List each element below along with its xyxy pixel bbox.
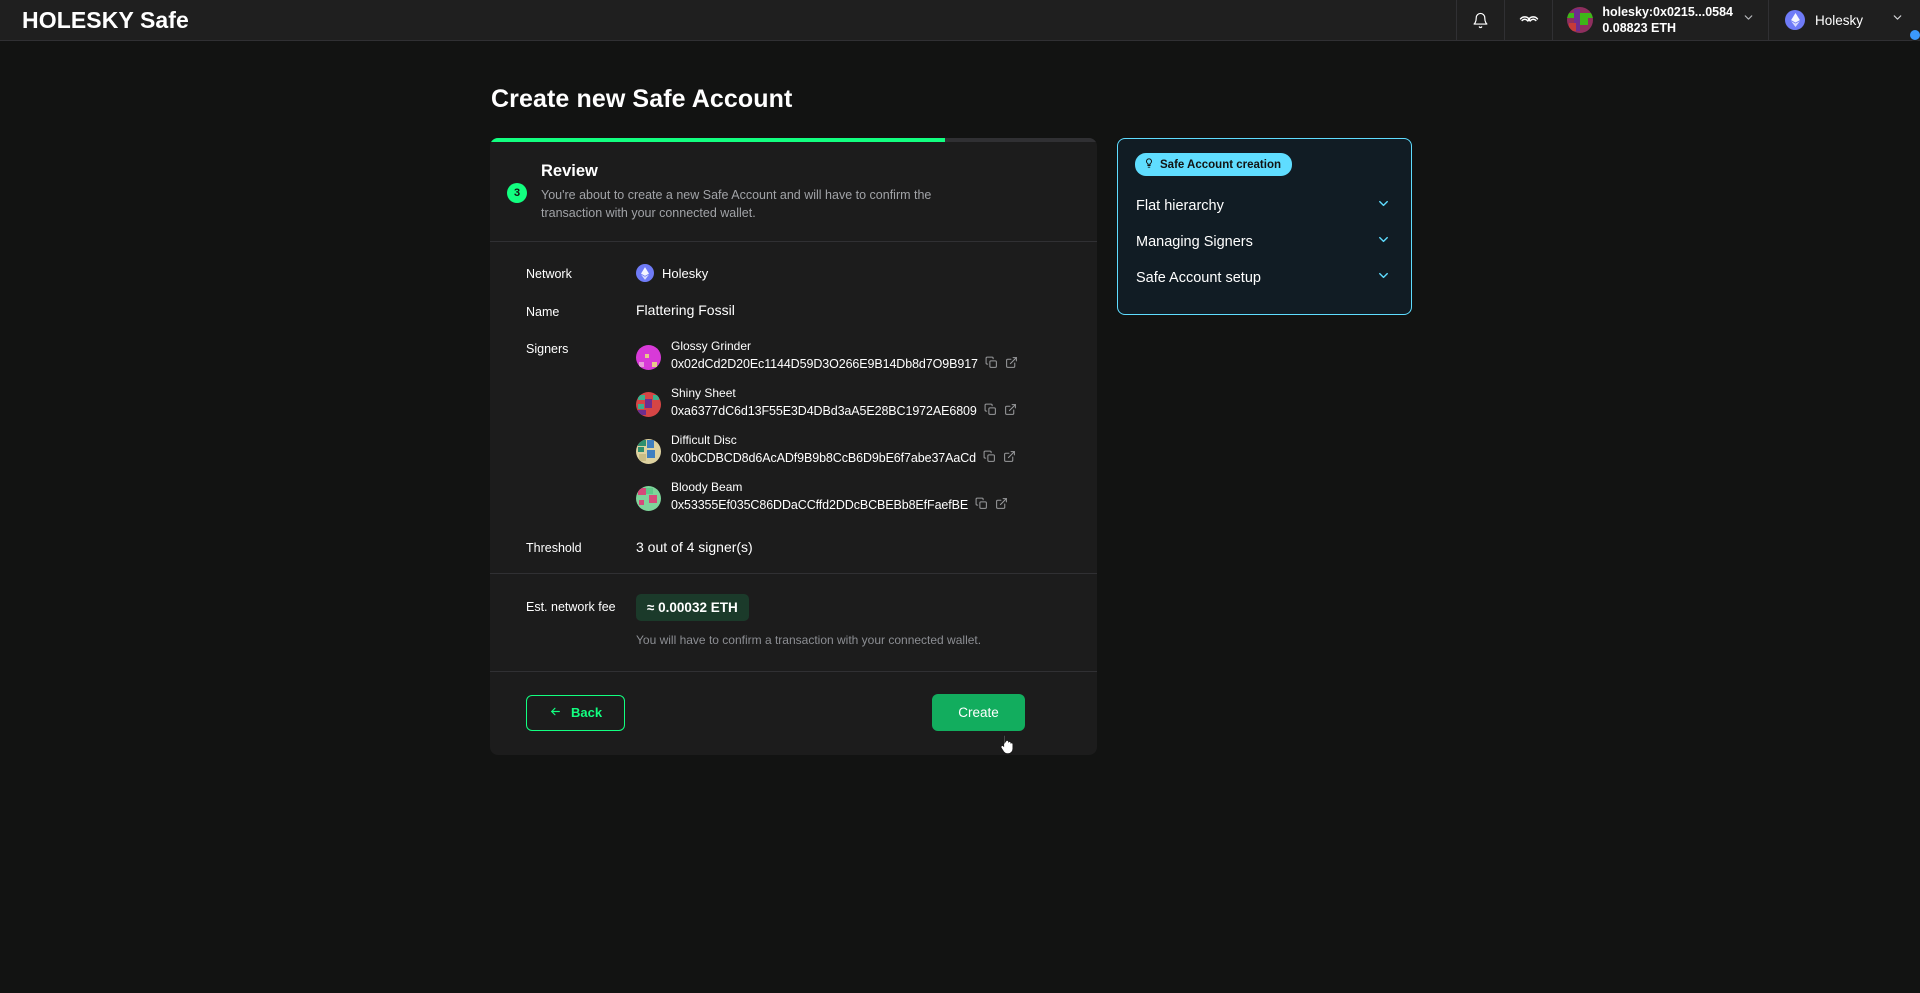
copy-icon[interactable] <box>975 496 988 516</box>
signer-name: Shiny Sheet <box>671 386 1017 401</box>
estimated-fee-chip: ≈ 0.00032 ETH <box>636 594 749 621</box>
app-brand[interactable]: HOLESKY Safe <box>0 0 211 40</box>
create-button[interactable]: Create <box>932 694 1025 731</box>
external-link-icon[interactable] <box>1003 449 1016 469</box>
threshold-value: 3 out of 4 signer(s) <box>636 538 1073 555</box>
signer-name: Glossy Grinder <box>671 339 1018 354</box>
name-row-label: Name <box>526 302 636 319</box>
signer-item: Glossy Grinder 0x02dCd2D20Ec1144D59D3O266… <box>636 339 1073 375</box>
wallet-connected-badge-icon <box>1909 29 1920 41</box>
name-row: Name Flattering Fossil <box>526 302 1073 319</box>
signer-texts: Shiny Sheet 0xa6377dC6d13F55E3D4DBd3aA5E2… <box>671 386 1017 422</box>
lightbulb-icon <box>1144 157 1154 172</box>
signer-identicon <box>636 392 661 417</box>
fee-note: You will have to confirm a transaction w… <box>636 633 1073 647</box>
accordion-item-label: Managing Signers <box>1136 234 1253 250</box>
signer-texts: Bloody Beam 0x53355Ef035C86DDaCCffd2DDcBC… <box>671 480 1008 516</box>
accordion-item-2[interactable]: Safe Account setup <box>1135 260 1394 296</box>
walletconnect-button[interactable] <box>1504 0 1552 40</box>
copy-icon[interactable] <box>983 449 996 469</box>
content-layout: 3 Review You're about to create a new Sa… <box>490 138 1430 755</box>
step-description: You're about to create a new Safe Accoun… <box>541 186 971 222</box>
signer-address: 0xa6377dC6d13F55E3D4DBd3aA5E28BC1972AE68… <box>671 404 977 420</box>
safe-name-value: Flattering Fossil <box>636 302 1073 318</box>
card-actions: Back Create <box>490 672 1097 755</box>
external-link-icon[interactable] <box>1004 402 1017 422</box>
ethereum-icon <box>1785 10 1805 30</box>
review-card: 3 Review You're about to create a new Sa… <box>490 138 1097 755</box>
network-row: Network Holesky <box>526 264 1073 282</box>
back-button-label: Back <box>571 705 602 720</box>
back-button[interactable]: Back <box>526 695 625 731</box>
chevron-down-icon <box>1891 11 1904 29</box>
signer-address-line: 0x0bCDBCD8d6AcADf9B9b8CcB6D9bE6f7abe37Aa… <box>671 449 1016 469</box>
signer-identicon <box>636 345 661 370</box>
signer-item: Bloody Beam 0x53355Ef035C86DDaCCffd2DDcBC… <box>636 480 1073 516</box>
signer-address-line: 0xa6377dC6d13F55E3D4DBd3aA5E28BC1972AE68… <box>671 402 1017 422</box>
wallet-identicon <box>1567 7 1593 33</box>
help-panel: Safe Account creation Flat hierarchy Mana… <box>1117 138 1412 315</box>
bell-icon <box>1472 12 1489 29</box>
external-link-icon[interactable] <box>1005 355 1018 375</box>
signers-list: Glossy Grinder 0x02dCd2D20Ec1144D59D3O266… <box>636 339 1073 518</box>
network-selector-button[interactable]: Holesky <box>1768 0 1920 40</box>
step-title: Review <box>541 162 1073 181</box>
signer-identicon <box>636 486 661 511</box>
accordion-item-1[interactable]: Managing Signers <box>1135 224 1394 260</box>
signers-row-label: Signers <box>526 339 636 518</box>
network-name: Holesky <box>1815 13 1863 28</box>
chevron-down-icon <box>1742 11 1755 29</box>
signer-texts: Glossy Grinder 0x02dCd2D20Ec1144D59D3O266… <box>671 339 1018 375</box>
step-number-badge: 3 <box>507 183 527 203</box>
signer-identicon <box>636 439 661 464</box>
accordion-item-label: Flat hierarchy <box>1136 198 1224 214</box>
network-row-label: Network <box>526 264 636 282</box>
fee-section: Est. network fee ≈ 0.00032 ETH You will … <box>490 574 1097 672</box>
signers-row: Signers Glossy Grinder 0x02dCd2D20Ec1144D… <box>526 339 1073 518</box>
signer-address-line: 0x02dCd2D20Ec1144D59D3O266E9B14Db8d7O9B9… <box>671 355 1018 375</box>
signer-texts: Difficult Disc 0x0bCDBCD8d6AcADf9B9b8CcB6… <box>671 433 1016 469</box>
page-container: Create new Safe Account 3 Review You're … <box>0 41 1920 755</box>
fee-label: Est. network fee <box>526 594 636 647</box>
copy-icon[interactable] <box>984 402 997 422</box>
accordion-item-label: Safe Account setup <box>1136 270 1261 286</box>
wallet-menu-button[interactable]: holesky:0x0215...0584 0.08823 ETH <box>1552 0 1768 40</box>
threshold-row-label: Threshold <box>526 538 636 555</box>
help-panel-badge-label: Safe Account creation <box>1160 159 1281 171</box>
app-header: HOLESKY Safe holesky:0x0215...0584 0.088… <box>0 0 1920 41</box>
walletconnect-icon <box>1519 13 1539 27</box>
copy-icon[interactable] <box>985 355 998 375</box>
network-value-text: Holesky <box>662 266 708 281</box>
signer-address: 0x02dCd2D20Ec1144D59D3O266E9B14Db8d7O9B9… <box>671 357 978 373</box>
wallet-address: holesky:0x0215...0584 <box>1602 5 1733 19</box>
chevron-down-icon <box>1376 232 1391 252</box>
page-inner: Create new Safe Account 3 Review You're … <box>490 85 1430 755</box>
signer-address-line: 0x53355Ef035C86DDaCCffd2DDcBCBEBb8EfFaef… <box>671 496 1008 516</box>
chevron-down-icon <box>1376 268 1391 288</box>
external-link-icon[interactable] <box>995 496 1008 516</box>
threshold-row: Threshold 3 out of 4 signer(s) <box>526 538 1073 555</box>
signer-address: 0x53355Ef035C86DDaCCffd2DDcBCBEBb8EfFaef… <box>671 498 968 514</box>
wallet-balance: 0.08823 ETH <box>1602 21 1733 35</box>
chevron-down-icon <box>1376 196 1391 216</box>
signer-item: Difficult Disc 0x0bCDBCD8d6AcADf9B9b8CcB6… <box>636 433 1073 469</box>
page-title: Create new Safe Account <box>491 85 1430 114</box>
accordion-item-0[interactable]: Flat hierarchy <box>1135 188 1394 224</box>
network-row-value: Holesky <box>636 264 1073 282</box>
ethereum-icon <box>636 264 654 282</box>
signer-name: Difficult Disc <box>671 433 1016 448</box>
signer-item: Shiny Sheet 0xa6377dC6d13F55E3D4DBd3aA5E2… <box>636 386 1073 422</box>
signer-name: Bloody Beam <box>671 480 1008 495</box>
wallet-info: holesky:0x0215...0584 0.08823 ETH <box>1602 5 1733 35</box>
step-header: 3 Review You're about to create a new Sa… <box>490 142 1097 242</box>
review-details: Network Holesky <box>490 242 1097 574</box>
help-accordion-list: Flat hierarchy Managing Signers Safe Accou… <box>1135 188 1394 296</box>
header-spacer <box>211 0 1456 40</box>
signer-address: 0x0bCDBCD8d6AcADf9B9b8CcB6D9bE6f7abe37Aa… <box>671 451 976 467</box>
help-panel-badge: Safe Account creation <box>1135 153 1292 176</box>
arrow-left-icon <box>549 705 562 721</box>
notifications-button[interactable] <box>1456 0 1504 40</box>
